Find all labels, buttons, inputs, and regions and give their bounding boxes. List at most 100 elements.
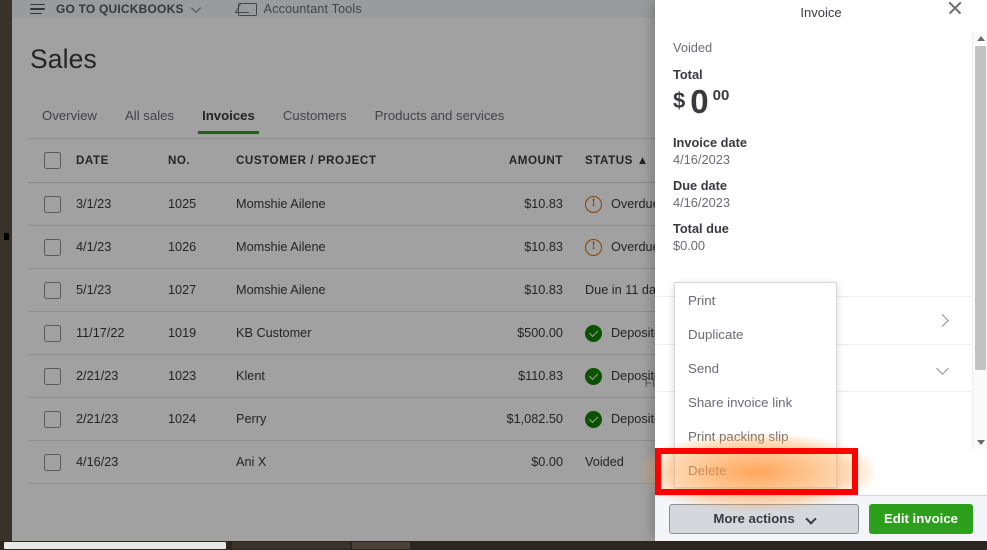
column-header-amount[interactable]: AMOUNT: [451, 154, 563, 167]
row-checkbox[interactable]: [44, 195, 61, 213]
cell-amount: $10.83: [524, 283, 563, 297]
cell-amount: $10.83: [524, 240, 563, 254]
row-checkbox[interactable]: [44, 367, 61, 385]
invoice-status: Voided: [673, 40, 713, 55]
check-circle-icon: [585, 410, 602, 428]
cell-date: 4/1/23: [76, 240, 112, 254]
check-circle-icon: [585, 367, 602, 385]
scrollbar-thumb[interactable]: [975, 46, 986, 370]
cell-customer: Klent: [236, 369, 265, 383]
warning-icon: !: [585, 238, 602, 256]
row-checkbox[interactable]: [44, 410, 61, 428]
due-date-label: Due date: [673, 178, 728, 193]
more-actions-menu: Print Duplicate Send Share invoice link …: [674, 282, 837, 488]
row-checkbox[interactable]: [44, 238, 61, 256]
row-checkbox[interactable]: [44, 281, 61, 299]
total-due-value: $0.00: [673, 238, 706, 253]
hamburger-icon[interactable]: [30, 3, 45, 15]
select-all-cell[interactable]: [28, 152, 76, 169]
cell-no: 1027: [168, 283, 197, 297]
row-select-cell[interactable]: [28, 410, 76, 428]
column-header-no[interactable]: NO.: [168, 154, 236, 167]
menu-item-send[interactable]: Send: [675, 351, 836, 385]
cell-no: 1024: [168, 412, 197, 426]
total-due-label: Total due: [673, 221, 729, 236]
cell-date: 2/21/23: [76, 412, 119, 426]
screenshot-root: GO TO QUICKBOOKS Accountant Tools Sales …: [0, 0, 987, 550]
row-select-cell[interactable]: [28, 367, 76, 385]
scrollbar-segment: [232, 542, 350, 549]
go-to-quickbooks-label: GO TO QUICKBOOKS: [56, 2, 184, 16]
close-icon[interactable]: [945, 0, 965, 18]
menu-item-share-invoice-link[interactable]: Share invoice link: [675, 385, 836, 419]
cell-no: 1025: [168, 197, 197, 211]
cell-date: 5/1/23: [76, 283, 112, 297]
tab-invoices[interactable]: Invoices: [188, 104, 269, 135]
row-select-cell[interactable]: [28, 453, 76, 471]
horizontal-scrollbar[interactable]: [0, 541, 987, 550]
edit-invoice-button[interactable]: Edit invoice: [869, 503, 973, 534]
tab-all-sales[interactable]: All sales: [111, 104, 188, 134]
menu-item-duplicate[interactable]: Duplicate: [675, 317, 836, 351]
chevron-right-icon: [936, 314, 949, 327]
scroll-down-arrow-icon[interactable]: [977, 440, 985, 445]
currency-symbol: $: [673, 88, 686, 113]
cell-customer: Momshie Ailene: [236, 283, 326, 297]
warning-icon: !: [585, 195, 602, 213]
more-actions-label: More actions: [713, 511, 795, 526]
chevron-down-icon: [936, 361, 949, 375]
total-due-block: Total due $0.00: [673, 221, 971, 253]
chevron-down-icon: [190, 2, 201, 13]
left-edge-marker: [4, 233, 9, 240]
cell-amount: $10.83: [524, 197, 563, 211]
cell-amount: $1,082.50: [506, 412, 563, 426]
column-header-date[interactable]: DATE: [76, 154, 168, 167]
cell-customer: Momshie Ailene: [236, 197, 326, 211]
cell-no: 1023: [168, 369, 197, 383]
total-amount: $ 0 00: [673, 85, 971, 118]
tab-customers[interactable]: Customers: [269, 104, 361, 134]
cell-amount: $0.00: [531, 455, 563, 469]
chevron-down-icon: [805, 512, 817, 525]
invoice-date-value: 4/16/2023: [673, 152, 730, 167]
menu-item-print[interactable]: Print: [675, 283, 836, 317]
tab-products-and-services[interactable]: Products and services: [361, 104, 519, 134]
cell-date: 4/16/23: [76, 455, 119, 469]
cell-date: 2/21/23: [76, 369, 119, 383]
row-select-cell[interactable]: [28, 324, 76, 342]
row-select-cell[interactable]: [28, 281, 76, 299]
check-circle-icon: [585, 324, 602, 342]
cell-amount: $110.83: [518, 369, 563, 383]
total-whole: 0: [690, 83, 709, 120]
row-select-cell[interactable]: [28, 238, 76, 256]
tab-overview[interactable]: Overview: [28, 104, 111, 134]
menu-item-print-packing-slip[interactable]: Print packing slip: [675, 419, 836, 453]
go-to-quickbooks-menu[interactable]: GO TO QUICKBOOKS: [56, 2, 201, 16]
select-all-checkbox[interactable]: [44, 152, 61, 169]
cell-date: 11/17/22: [76, 326, 125, 340]
row-select-cell[interactable]: [28, 195, 76, 213]
cell-customer: Perry: [236, 412, 267, 426]
cell-no: 1026: [168, 240, 197, 254]
panel-header: Invoice: [655, 0, 987, 24]
more-actions-button[interactable]: More actions: [669, 503, 859, 534]
panel-title: Invoice: [800, 4, 842, 20]
column-header-customer[interactable]: CUSTOMER / PROJECT: [236, 154, 451, 167]
cell-amount: $500.00: [517, 326, 563, 340]
left-window-edge: [0, 0, 12, 541]
menu-item-delete[interactable]: Delete: [675, 453, 836, 487]
row-checkbox[interactable]: [44, 453, 61, 471]
invoice-date-block: Invoice date 4/16/2023: [673, 135, 971, 167]
cell-customer: Ani X: [236, 455, 267, 469]
panel-scrollbar[interactable]: [972, 32, 987, 449]
page-title: Sales: [30, 44, 97, 74]
row-checkbox[interactable]: [44, 324, 61, 342]
horizontal-scrollbar-thumb[interactable]: [4, 542, 226, 549]
envelope-icon: [237, 2, 257, 16]
sales-tabs: Overview All sales Invoices Customers Pr…: [28, 104, 519, 135]
scrollbar-segment: [352, 542, 410, 549]
scroll-up-arrow-icon[interactable]: [977, 36, 985, 41]
cell-no: 1019: [168, 326, 197, 340]
cell-customer: KB Customer: [236, 326, 312, 340]
accountant-tools-menu[interactable]: Accountant Tools: [237, 2, 362, 16]
